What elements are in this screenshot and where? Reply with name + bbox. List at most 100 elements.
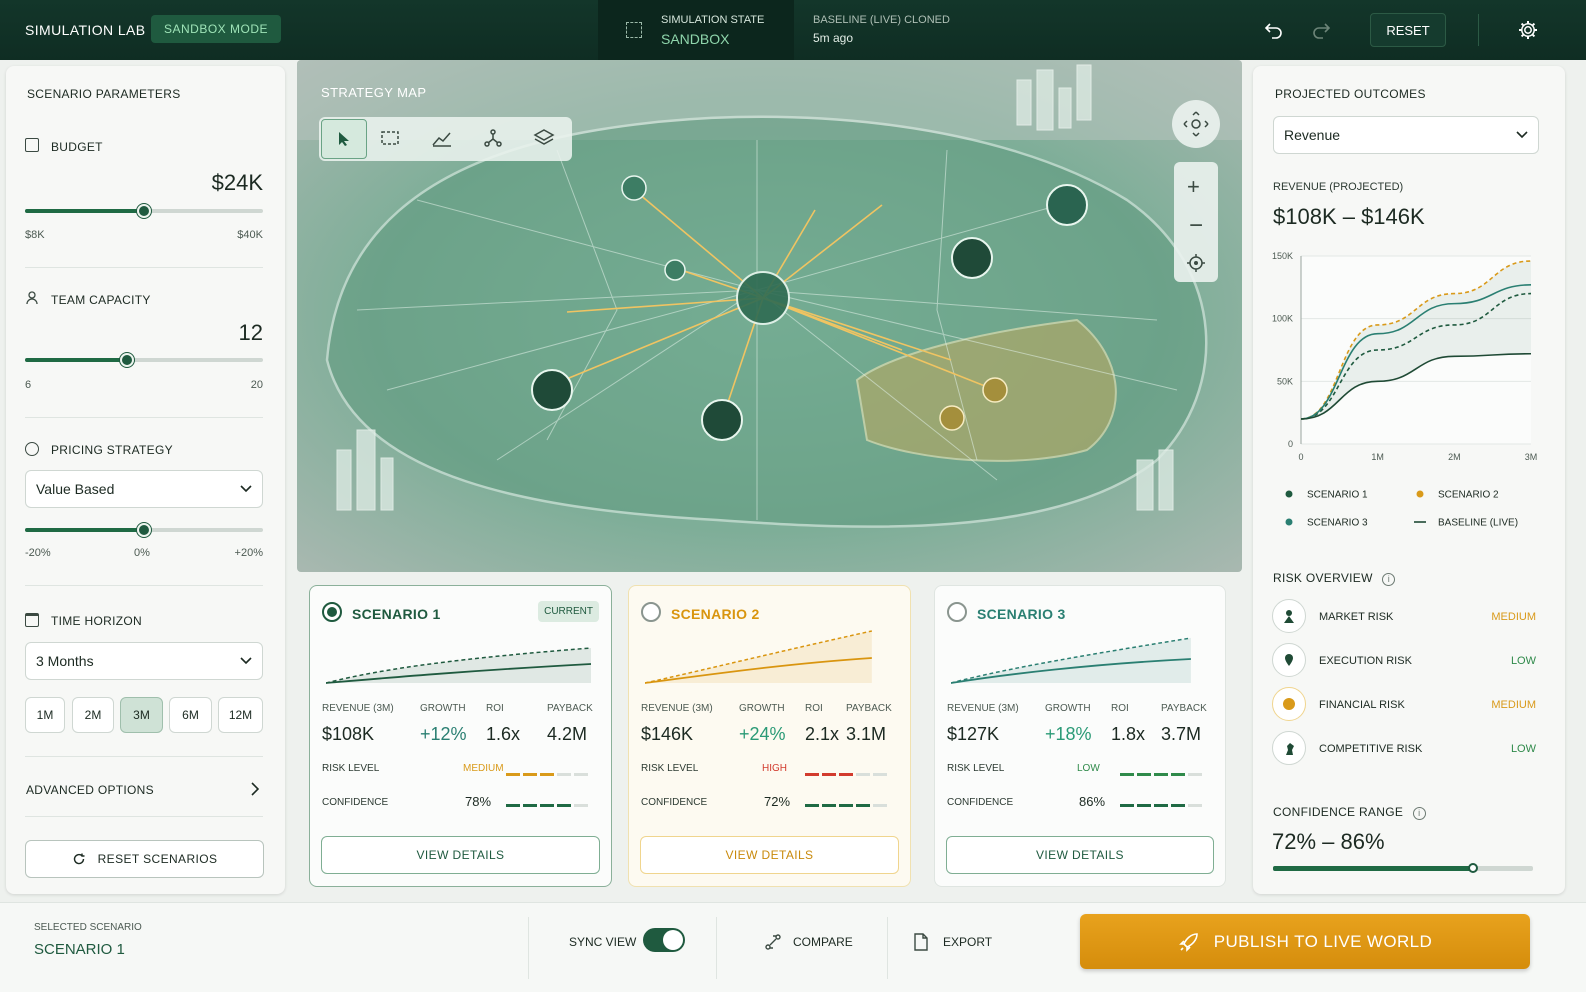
team-value: 12 xyxy=(238,320,263,345)
network-tool-icon[interactable] xyxy=(482,127,504,154)
risk-item[interactable]: FINANCIAL RISK MEDIUM xyxy=(1272,687,1542,723)
metric-value: 1.8x xyxy=(1111,724,1146,744)
risk-item[interactable]: MARKET RISK MEDIUM xyxy=(1272,599,1542,635)
divider xyxy=(25,816,263,817)
horizon-option-12m[interactable]: 12M xyxy=(218,697,263,733)
metric-select[interactable]: Revenue xyxy=(1273,116,1539,154)
legend-label: BASELINE (LIVE) xyxy=(1438,518,1518,529)
team-slider[interactable] xyxy=(25,353,263,367)
risk-name: COMPETITIVE RISK xyxy=(1319,743,1423,755)
reset-scenarios-button[interactable]: RESET SCENARIOS xyxy=(25,840,264,878)
scenario-card-1[interactable]: SCENARIO 1 CURRENT REVENUE (3M) $108K GROWT… xyxy=(309,585,612,887)
metric-header: GROWTH xyxy=(420,703,466,714)
pricing-label: PRICING STRATEGY xyxy=(51,443,173,457)
info-icon[interactable]: i xyxy=(1412,807,1426,820)
risk-bar-segment xyxy=(822,773,836,776)
person-icon xyxy=(1272,599,1306,633)
compare-button[interactable]: COMPARE xyxy=(764,931,853,953)
risk-item[interactable]: COMPETITIVE RISK LOW xyxy=(1272,731,1542,767)
advanced-options-row[interactable]: ADVANCED OPTIONS xyxy=(25,773,263,805)
metric-header: GROWTH xyxy=(1045,703,1091,714)
risk-level: LOW xyxy=(1510,743,1536,755)
export-button[interactable]: EXPORT xyxy=(913,931,992,953)
confidence-bars xyxy=(1120,804,1202,807)
confidence-bar-segment xyxy=(805,804,819,807)
strategy-map[interactable]: STRATEGY MAP + − xyxy=(297,60,1242,572)
budget-slider-handle[interactable] xyxy=(137,204,151,218)
zoom-out-icon[interactable]: − xyxy=(1189,212,1203,240)
confidence-range-label: CONFIDENCE RANGE xyxy=(1273,805,1404,819)
scenario-radio[interactable] xyxy=(947,602,967,622)
scenario-card-3[interactable]: SCENARIO 3 REVENUE (3M) $127K GROWTH +18% RO… xyxy=(934,585,1226,887)
locate-icon[interactable] xyxy=(1186,253,1206,278)
metric-selected: Revenue xyxy=(1284,127,1341,143)
y-tick-label: 150K xyxy=(1272,251,1293,261)
divider xyxy=(25,417,263,418)
scenario-radio[interactable] xyxy=(322,602,342,622)
pricing-slider[interactable] xyxy=(25,523,263,537)
risk-item[interactable]: EXECUTION RISK LOW xyxy=(1272,643,1542,679)
view-details-button[interactable]: VIEW DETAILS xyxy=(640,836,899,874)
risk-bar-segment xyxy=(540,773,554,776)
rocket-icon xyxy=(1178,932,1198,952)
horizon-option-1m[interactable]: 1M xyxy=(25,697,65,733)
export-icon xyxy=(914,933,928,951)
reset-button[interactable]: RESET xyxy=(1370,13,1446,47)
pricing-icon xyxy=(25,442,39,456)
budget-max: $40K xyxy=(237,229,263,241)
view-details-button[interactable]: VIEW DETAILS xyxy=(321,836,600,874)
redo-icon[interactable] xyxy=(1310,18,1332,45)
refresh-icon xyxy=(73,853,85,865)
panel-title: SCENARIO PARAMETERS xyxy=(27,87,181,101)
risk-bar-segment xyxy=(839,773,853,776)
sync-view-toggle[interactable] xyxy=(643,928,685,952)
metric-value: $108K xyxy=(322,724,375,744)
current-badge: CURRENT xyxy=(538,601,599,622)
scenario-sparkline xyxy=(326,647,591,684)
confidence-bar-segment xyxy=(839,804,853,807)
layers-tool-icon[interactable] xyxy=(533,127,555,154)
info-icon[interactable]: i xyxy=(1382,573,1396,586)
legend-label: SCENARIO 3 xyxy=(1307,518,1368,529)
risk-bar-segment xyxy=(574,773,588,776)
state-label: SIMULATION STATE xyxy=(661,14,765,26)
sync-view-label: SYNC VIEW xyxy=(569,935,637,949)
gear-icon[interactable] xyxy=(1517,19,1539,46)
select-tool-icon[interactable] xyxy=(321,119,367,159)
x-tick-label: 1M xyxy=(1371,452,1384,462)
team-slider-handle[interactable] xyxy=(120,353,135,367)
horizon-option-6m[interactable]: 6M xyxy=(169,697,212,733)
metric-value: $146K xyxy=(641,724,694,744)
pricing-slider-handle[interactable] xyxy=(137,523,151,537)
risk-bar-segment xyxy=(1171,773,1185,776)
pin-icon xyxy=(1272,643,1306,677)
risk-bar-segment xyxy=(873,773,887,776)
confidence-bar-segment xyxy=(523,804,537,807)
undo-icon[interactable] xyxy=(1263,18,1285,45)
metric-value: 1.6x xyxy=(486,724,521,744)
scenario-name: SCENARIO 1 xyxy=(352,606,441,622)
pan-control-icon[interactable] xyxy=(1172,100,1220,148)
pricing-strategy-select[interactable]: Value Based xyxy=(25,470,263,508)
selected-scenario-label: SELECTED SCENARIO xyxy=(34,922,142,933)
horizon-option-2m[interactable]: 2M xyxy=(72,697,114,733)
metric-value: +12% xyxy=(420,724,467,744)
publish-button[interactable]: PUBLISH TO LIVE WORLD xyxy=(1080,914,1530,969)
divider xyxy=(25,585,263,586)
zoom-in-icon[interactable]: + xyxy=(1187,174,1200,200)
metric-value: 3.1M xyxy=(846,724,887,744)
time-horizon-select[interactable]: 3 Months xyxy=(25,642,263,680)
chart-tool-icon[interactable] xyxy=(431,127,453,154)
risk-name: EXECUTION RISK xyxy=(1319,655,1412,667)
view-details-button[interactable]: VIEW DETAILS xyxy=(946,836,1214,874)
confidence-value: 72% xyxy=(764,794,791,809)
budget-icon xyxy=(25,138,39,152)
horizon-option-3m[interactable]: 3M xyxy=(120,697,163,733)
confidence-bar-segment xyxy=(1154,804,1168,807)
budget-slider[interactable] xyxy=(25,204,263,218)
frame-icon xyxy=(626,22,642,38)
scenario-card-2[interactable]: SCENARIO 2 REVENUE (3M) $146K GROWTH +24% RO… xyxy=(628,585,911,887)
marquee-tool-icon[interactable] xyxy=(379,127,401,154)
scenario-radio[interactable] xyxy=(641,602,661,622)
metric-header: GROWTH xyxy=(739,703,785,714)
